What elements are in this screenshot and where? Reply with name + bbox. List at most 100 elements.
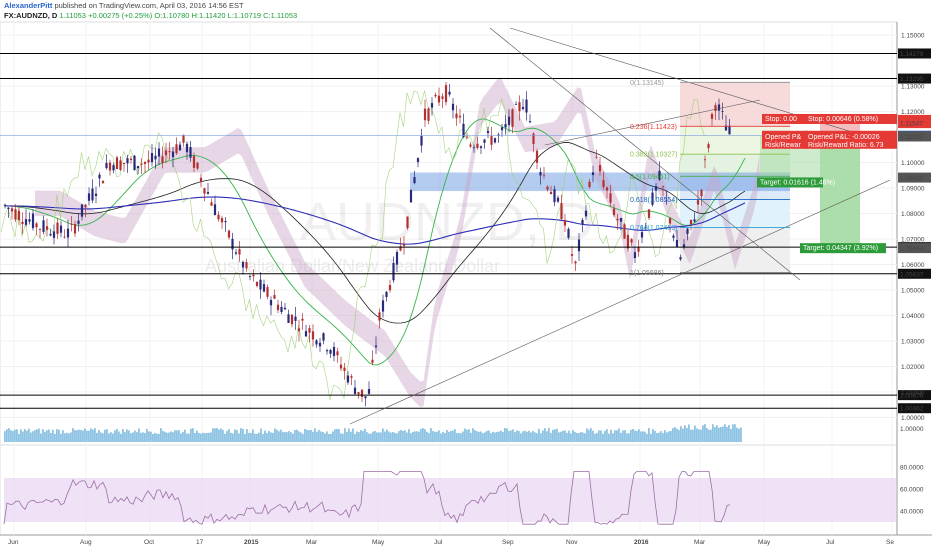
volume-bar xyxy=(550,433,552,442)
volume-bar xyxy=(604,430,606,442)
candle-body xyxy=(150,153,154,163)
candle-body xyxy=(486,130,490,134)
volume-bar xyxy=(242,428,244,442)
rsi-band xyxy=(4,478,896,522)
candle-body xyxy=(325,350,329,352)
candle-body xyxy=(483,139,486,143)
volume-bar xyxy=(248,432,250,442)
volume-bar xyxy=(96,432,98,442)
candle-body xyxy=(525,99,528,113)
volume-bar xyxy=(330,433,332,442)
volume-bar xyxy=(384,431,386,442)
volume-bar xyxy=(288,431,290,442)
volume-bar xyxy=(418,431,420,442)
candle-body xyxy=(577,239,581,252)
volume-bar xyxy=(32,431,34,442)
volume-bar xyxy=(42,429,44,442)
volume-bar xyxy=(284,431,286,442)
volume-bar xyxy=(438,430,440,442)
volume-bar xyxy=(676,428,678,442)
volume-bar xyxy=(18,433,20,442)
candle-body xyxy=(728,125,731,135)
volume-bar xyxy=(518,431,520,442)
price-tick: 1.10000 xyxy=(901,160,925,167)
candle-body xyxy=(38,228,42,230)
volume-bar xyxy=(308,430,310,442)
candle-body xyxy=(315,340,318,345)
volume-bar xyxy=(594,433,596,442)
candle-body xyxy=(693,219,696,222)
volume-bar xyxy=(28,428,30,442)
volume-bar xyxy=(592,430,594,442)
candle-body xyxy=(14,209,17,220)
candle-body xyxy=(497,134,500,136)
candle-body xyxy=(262,284,266,292)
volume-bar xyxy=(116,428,118,442)
candle-body xyxy=(353,387,357,394)
volume-bar xyxy=(678,429,680,442)
candle-body xyxy=(35,223,38,228)
volume-bar xyxy=(668,431,670,442)
candle-body xyxy=(178,144,182,151)
candle-body xyxy=(416,158,420,163)
volume-bar xyxy=(728,425,730,442)
volume-bar xyxy=(162,430,164,442)
volume-bar xyxy=(612,433,614,442)
volume-bar xyxy=(614,430,616,442)
volume-bar xyxy=(206,432,208,442)
candle-body xyxy=(528,121,532,123)
candle-body xyxy=(700,189,703,197)
candle-body xyxy=(707,144,710,149)
candle-body xyxy=(108,162,112,171)
price-tick: 1.12000 xyxy=(901,109,925,116)
volume-bar xyxy=(374,430,376,442)
volume-bar xyxy=(488,430,490,442)
candle-body xyxy=(514,103,518,105)
candle-body xyxy=(420,136,423,146)
volume-bar xyxy=(394,432,396,442)
volume-bar xyxy=(322,431,324,442)
volume-bar xyxy=(650,433,652,442)
price-label: 1.06644 xyxy=(900,246,924,253)
volume-bar xyxy=(648,428,650,442)
volume-bar xyxy=(364,428,366,442)
volume-bar xyxy=(714,427,716,442)
volume-bar xyxy=(570,433,572,442)
candle-body xyxy=(66,228,70,238)
volume-bar xyxy=(196,430,198,442)
volume-bar xyxy=(434,431,436,442)
volume-bar xyxy=(526,431,528,442)
volume-bar xyxy=(118,431,120,442)
volume-bar xyxy=(46,430,48,442)
candle-body xyxy=(595,156,598,158)
volume-bar xyxy=(380,432,382,442)
volume-bar xyxy=(110,432,112,442)
volume-bar xyxy=(102,433,104,442)
volume-tick: 1.00000 xyxy=(900,426,924,433)
volume-bar xyxy=(278,431,280,442)
volume-bar xyxy=(534,432,536,442)
volume-bar xyxy=(346,432,348,442)
volume-bar xyxy=(352,428,354,442)
price-chart[interactable]: AUDNZD, D Australian Dollar/New Zealand D… xyxy=(0,0,932,550)
candle-body xyxy=(203,188,206,194)
volume-bar xyxy=(84,428,86,442)
volume-bar xyxy=(274,428,276,442)
volume-bar xyxy=(216,428,218,442)
candle-body xyxy=(318,342,322,347)
candle-body xyxy=(248,276,252,277)
time-tick: Oct xyxy=(144,539,154,546)
volume-bar xyxy=(14,429,16,442)
price-tick: 1.02000 xyxy=(901,364,925,371)
volume-bar xyxy=(504,428,506,442)
price-label: 1.09410 xyxy=(900,175,924,182)
volume-bar xyxy=(306,429,308,442)
candle-body xyxy=(357,392,360,395)
volume-bar xyxy=(138,428,140,442)
volume-bar xyxy=(338,429,340,442)
time-tick: May xyxy=(758,539,771,546)
volume-bar xyxy=(472,428,474,442)
candle-body xyxy=(122,162,126,165)
candle-body xyxy=(714,105,717,112)
volume-bar xyxy=(320,431,322,442)
